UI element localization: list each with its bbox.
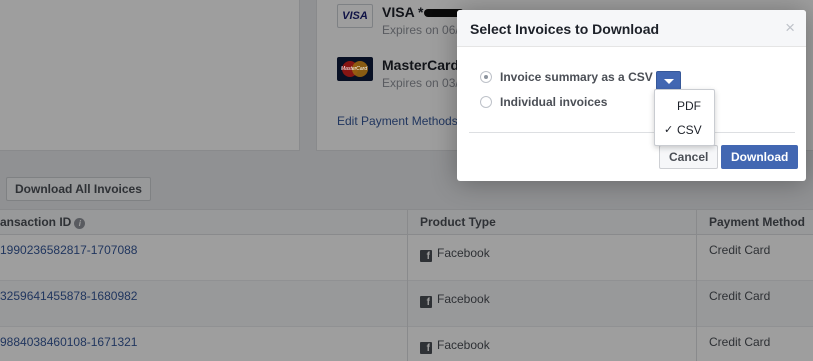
dialog-header: Select Invoices to Download × (457, 10, 806, 47)
option-label: Invoice summary as a CSV (500, 70, 653, 84)
format-dropdown-button[interactable] (656, 71, 681, 90)
cancel-button[interactable]: Cancel (659, 145, 719, 169)
dialog-divider (469, 132, 795, 133)
format-dropdown-menu: PDF ✓ CSV (654, 89, 715, 146)
close-icon[interactable]: × (785, 18, 795, 38)
select-invoices-dialog: Select Invoices to Download × Invoice su… (457, 10, 806, 181)
download-button[interactable]: Download (721, 145, 799, 169)
option-label: Individual invoices (500, 95, 608, 109)
check-icon: ✓ (664, 124, 674, 136)
dialog-title: Select Invoices to Download (470, 21, 660, 37)
option-individual-invoices[interactable]: Individual invoices (480, 94, 660, 112)
dropdown-item-pdf[interactable]: PDF (655, 95, 714, 117)
radio-invoice-summary[interactable] (480, 71, 492, 83)
dropdown-item-csv[interactable]: ✓ CSV (655, 119, 714, 141)
radio-individual-invoices[interactable] (480, 96, 492, 108)
